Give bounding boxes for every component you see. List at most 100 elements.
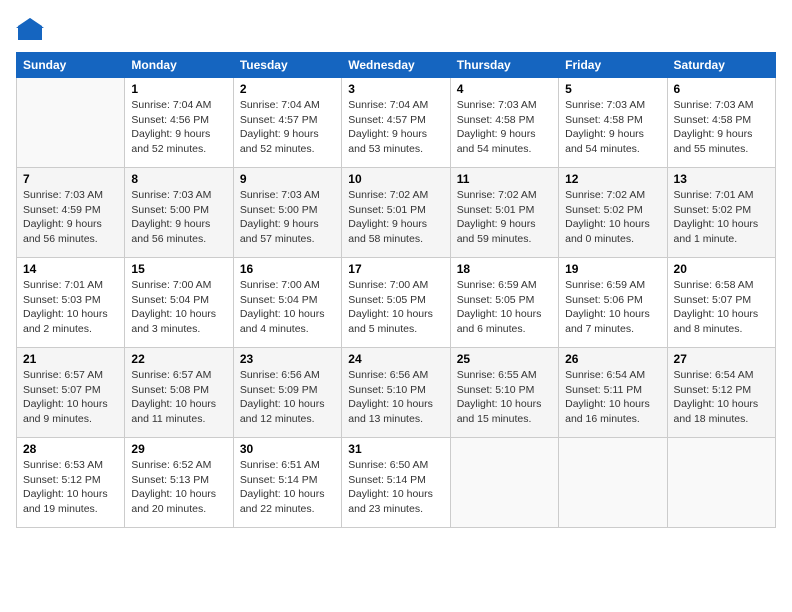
day-info: Sunrise: 6:58 AM Sunset: 5:07 PM Dayligh… [674, 278, 769, 337]
day-number: 12 [565, 172, 660, 186]
calendar-cell [450, 438, 558, 528]
calendar-cell: 10Sunrise: 7:02 AM Sunset: 5:01 PM Dayli… [342, 168, 450, 258]
day-info: Sunrise: 6:56 AM Sunset: 5:10 PM Dayligh… [348, 368, 443, 427]
day-info: Sunrise: 6:56 AM Sunset: 5:09 PM Dayligh… [240, 368, 335, 427]
header-sunday: Sunday [17, 53, 125, 78]
day-number: 20 [674, 262, 769, 276]
calendar-cell: 25Sunrise: 6:55 AM Sunset: 5:10 PM Dayli… [450, 348, 558, 438]
calendar-cell: 17 Sunrise: 7:00 AM Sunset: 5:05 PM Dayli… [342, 258, 450, 348]
day-info: Sunrise: 7:02 AM Sunset: 5:02 PM Dayligh… [565, 188, 660, 247]
day-number: 17 [348, 262, 443, 276]
day-info: Sunrise: 7:00 AM Sunset: 5:05 PM Dayligh… [348, 278, 443, 337]
day-number: 7 [23, 172, 118, 186]
day-number: 28 [23, 442, 118, 456]
calendar-cell: 16 Sunrise: 7:00 AM Sunset: 5:04 PM Dayli… [233, 258, 341, 348]
day-number: 25 [457, 352, 552, 366]
calendar-cell: 30Sunrise: 6:51 AM Sunset: 5:14 PM Dayli… [233, 438, 341, 528]
day-info: Sunrise: 7:03 AM Sunset: 4:59 PM Dayligh… [23, 188, 118, 247]
calendar-cell: 4Sunrise: 7:03 AM Sunset: 4:58 PM Daylig… [450, 78, 558, 168]
day-number: 31 [348, 442, 443, 456]
week-row-3: 14 Sunrise: 7:01 AM Sunset: 5:03 PM Dayli… [17, 258, 776, 348]
calendar-table: SundayMondayTuesdayWednesdayThursdayFrid… [16, 52, 776, 528]
day-number: 3 [348, 82, 443, 96]
day-number: 18 [457, 262, 552, 276]
day-info: Sunrise: 7:02 AM Sunset: 5:01 PM Dayligh… [457, 188, 552, 247]
calendar-cell: 27 Sunrise: 6:54 AM Sunset: 5:12 PM Dayli… [667, 348, 775, 438]
logo [16, 16, 48, 44]
day-info: Sunrise: 6:59 AM Sunset: 5:06 PM Dayligh… [565, 278, 660, 337]
day-info: Sunrise: 7:03 AM Sunset: 5:00 PM Dayligh… [240, 188, 335, 247]
calendar-cell: 28 Sunrise: 6:53 AM Sunset: 5:12 PM Dayli… [17, 438, 125, 528]
calendar-cell: 31 Sunrise: 6:50 AM Sunset: 5:14 PM Dayli… [342, 438, 450, 528]
day-info: Sunrise: 7:03 AM Sunset: 5:00 PM Dayligh… [131, 188, 226, 247]
day-number: 14 [23, 262, 118, 276]
day-info: Sunrise: 7:01 AM Sunset: 5:02 PM Dayligh… [674, 188, 769, 247]
calendar-cell: 14 Sunrise: 7:01 AM Sunset: 5:03 PM Dayli… [17, 258, 125, 348]
day-number: 30 [240, 442, 335, 456]
day-number: 8 [131, 172, 226, 186]
calendar-cell: 1 Sunrise: 7:04 AM Sunset: 4:56 PM Daylig… [125, 78, 233, 168]
calendar-cell: 21 Sunrise: 6:57 AM Sunset: 5:07 PM Dayli… [17, 348, 125, 438]
calendar-header-row: SundayMondayTuesdayWednesdayThursdayFrid… [17, 53, 776, 78]
day-number: 4 [457, 82, 552, 96]
calendar-cell: 5 Sunrise: 7:03 AM Sunset: 4:58 PM Daylig… [559, 78, 667, 168]
calendar-cell: 23 Sunrise: 6:56 AM Sunset: 5:09 PM Dayli… [233, 348, 341, 438]
calendar-cell: 19 Sunrise: 6:59 AM Sunset: 5:06 PM Dayli… [559, 258, 667, 348]
week-row-4: 21 Sunrise: 6:57 AM Sunset: 5:07 PM Dayli… [17, 348, 776, 438]
day-number: 22 [131, 352, 226, 366]
calendar-cell: 3 Sunrise: 7:04 AM Sunset: 4:57 PM Daylig… [342, 78, 450, 168]
calendar-cell [559, 438, 667, 528]
day-info: Sunrise: 6:57 AM Sunset: 5:07 PM Dayligh… [23, 368, 118, 427]
day-info: Sunrise: 7:01 AM Sunset: 5:03 PM Dayligh… [23, 278, 118, 337]
day-number: 21 [23, 352, 118, 366]
day-number: 11 [457, 172, 552, 186]
day-info: Sunrise: 7:03 AM Sunset: 4:58 PM Dayligh… [674, 98, 769, 157]
calendar-cell: 9 Sunrise: 7:03 AM Sunset: 5:00 PM Daylig… [233, 168, 341, 258]
day-info: Sunrise: 6:52 AM Sunset: 5:13 PM Dayligh… [131, 458, 226, 517]
day-info: Sunrise: 6:50 AM Sunset: 5:14 PM Dayligh… [348, 458, 443, 517]
header-saturday: Saturday [667, 53, 775, 78]
header-friday: Friday [559, 53, 667, 78]
day-info: Sunrise: 7:00 AM Sunset: 5:04 PM Dayligh… [240, 278, 335, 337]
logo-icon [16, 16, 44, 44]
calendar-cell: 20 Sunrise: 6:58 AM Sunset: 5:07 PM Dayli… [667, 258, 775, 348]
calendar-cell: 22 Sunrise: 6:57 AM Sunset: 5:08 PM Dayli… [125, 348, 233, 438]
day-number: 10 [348, 172, 443, 186]
day-number: 19 [565, 262, 660, 276]
calendar-cell: 13 Sunrise: 7:01 AM Sunset: 5:02 PM Dayli… [667, 168, 775, 258]
calendar-cell: 18 Sunrise: 6:59 AM Sunset: 5:05 PM Dayli… [450, 258, 558, 348]
day-number: 2 [240, 82, 335, 96]
header-thursday: Thursday [450, 53, 558, 78]
calendar-cell [17, 78, 125, 168]
calendar-cell: 15Sunrise: 7:00 AM Sunset: 5:04 PM Dayli… [125, 258, 233, 348]
day-info: Sunrise: 7:04 AM Sunset: 4:57 PM Dayligh… [240, 98, 335, 157]
day-number: 16 [240, 262, 335, 276]
day-info: Sunrise: 6:59 AM Sunset: 5:05 PM Dayligh… [457, 278, 552, 337]
calendar-cell: 26Sunrise: 6:54 AM Sunset: 5:11 PM Dayli… [559, 348, 667, 438]
day-info: Sunrise: 6:57 AM Sunset: 5:08 PM Dayligh… [131, 368, 226, 427]
week-row-1: 1 Sunrise: 7:04 AM Sunset: 4:56 PM Daylig… [17, 78, 776, 168]
day-info: Sunrise: 6:53 AM Sunset: 5:12 PM Dayligh… [23, 458, 118, 517]
day-number: 26 [565, 352, 660, 366]
calendar-cell: 7 Sunrise: 7:03 AM Sunset: 4:59 PM Daylig… [17, 168, 125, 258]
day-number: 1 [131, 82, 226, 96]
calendar-cell [667, 438, 775, 528]
day-info: Sunrise: 6:54 AM Sunset: 5:12 PM Dayligh… [674, 368, 769, 427]
calendar-cell: 6 Sunrise: 7:03 AM Sunset: 4:58 PM Daylig… [667, 78, 775, 168]
day-number: 9 [240, 172, 335, 186]
day-number: 23 [240, 352, 335, 366]
calendar-cell: 2 Sunrise: 7:04 AM Sunset: 4:57 PM Daylig… [233, 78, 341, 168]
day-number: 15 [131, 262, 226, 276]
day-info: Sunrise: 7:04 AM Sunset: 4:57 PM Dayligh… [348, 98, 443, 157]
day-number: 29 [131, 442, 226, 456]
day-number: 6 [674, 82, 769, 96]
day-number: 24 [348, 352, 443, 366]
header-monday: Monday [125, 53, 233, 78]
day-number: 5 [565, 82, 660, 96]
day-info: Sunrise: 7:03 AM Sunset: 4:58 PM Dayligh… [565, 98, 660, 157]
day-number: 13 [674, 172, 769, 186]
calendar-cell: 8 Sunrise: 7:03 AM Sunset: 5:00 PM Daylig… [125, 168, 233, 258]
day-info: Sunrise: 7:04 AM Sunset: 4:56 PM Dayligh… [131, 98, 226, 157]
day-number: 27 [674, 352, 769, 366]
week-row-2: 7 Sunrise: 7:03 AM Sunset: 4:59 PM Daylig… [17, 168, 776, 258]
